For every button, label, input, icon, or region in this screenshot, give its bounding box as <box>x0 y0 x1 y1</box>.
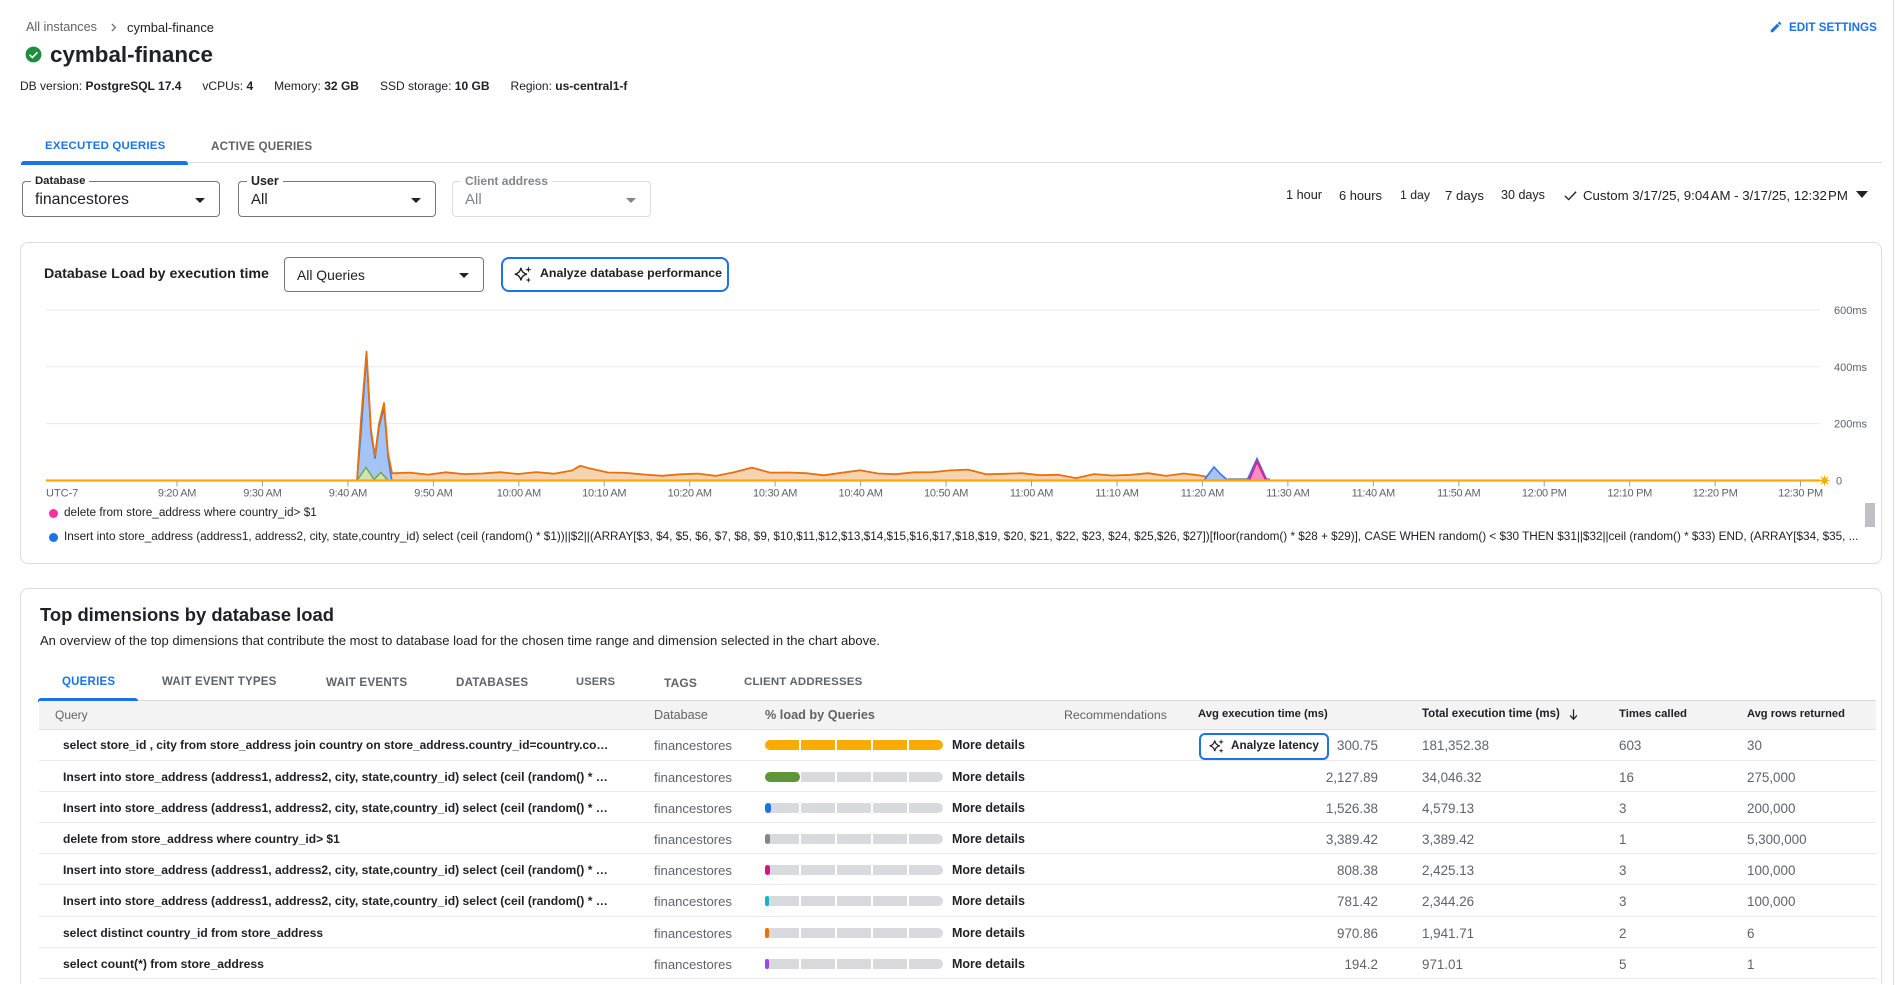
svg-text:600ms: 600ms <box>1834 305 1868 317</box>
svg-text:10:30 AM: 10:30 AM <box>753 488 797 500</box>
svg-text:11:00 AM: 11:00 AM <box>1010 488 1053 500</box>
svg-text:11:20 AM: 11:20 AM <box>1181 488 1224 500</box>
svg-text:10:00 AM: 10:00 AM <box>497 488 541 500</box>
svg-text:400ms: 400ms <box>1834 362 1868 374</box>
svg-text:9:40 AM: 9:40 AM <box>329 488 367 500</box>
svg-text:9:30 AM: 9:30 AM <box>243 488 281 500</box>
svg-text:9:50 AM: 9:50 AM <box>414 488 452 500</box>
svg-text:UTC-7: UTC-7 <box>46 488 78 500</box>
svg-text:12:00 PM: 12:00 PM <box>1522 488 1567 500</box>
svg-text:11:10 AM: 11:10 AM <box>1095 488 1138 500</box>
svg-text:9:20 AM: 9:20 AM <box>158 488 196 500</box>
svg-text:10:10 AM: 10:10 AM <box>582 488 626 500</box>
svg-text:0: 0 <box>1836 476 1842 488</box>
svg-text:11:30 AM: 11:30 AM <box>1266 488 1309 500</box>
svg-text:11:40 AM: 11:40 AM <box>1352 488 1395 500</box>
svg-text:11:50 AM: 11:50 AM <box>1437 488 1480 500</box>
svg-text:12:30 PM: 12:30 PM <box>1778 488 1823 500</box>
svg-text:10:40 AM: 10:40 AM <box>839 488 883 500</box>
svg-text:200ms: 200ms <box>1834 419 1868 431</box>
svg-text:10:50 AM: 10:50 AM <box>924 488 968 500</box>
svg-text:10:20 AM: 10:20 AM <box>668 488 712 500</box>
svg-text:12:20 PM: 12:20 PM <box>1693 488 1738 500</box>
svg-text:12:10 PM: 12:10 PM <box>1607 488 1652 500</box>
